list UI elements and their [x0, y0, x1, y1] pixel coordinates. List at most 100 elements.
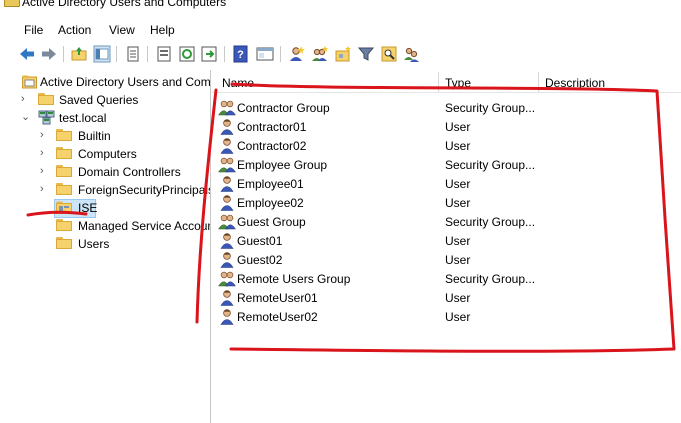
row-name: RemoteUser02: [237, 310, 318, 324]
user-icon: [218, 137, 236, 154]
user-icon: [218, 251, 236, 268]
folder-icon: [56, 183, 72, 195]
tree-item-builtin[interactable]: › Builtin: [12, 127, 210, 145]
tree-item-label: Domain Controllers: [78, 165, 181, 179]
menu-view[interactable]: View: [109, 23, 135, 37]
row-name: Contractor01: [237, 120, 307, 134]
row-type: User: [445, 177, 471, 191]
menu-file[interactable]: File: [24, 23, 43, 37]
help-icon[interactable]: ?: [232, 45, 250, 63]
add-to-group-icon[interactable]: [403, 45, 421, 63]
row-name: Guest01: [237, 234, 283, 248]
group-icon: [218, 99, 236, 116]
tree-item-foreign-security-principals[interactable]: › ForeignSecurityPrincipals: [12, 181, 210, 199]
chevron-right-icon[interactable]: ›: [40, 146, 50, 160]
row-name: Contractor02: [237, 139, 307, 153]
row-type: Security Group...: [445, 272, 536, 286]
app-folder-icon: [4, 0, 20, 7]
chevron-down-icon[interactable]: ⌄: [21, 110, 31, 124]
user-icon: [218, 194, 236, 211]
tree-root[interactable]: Active Directory Users and Com: [12, 73, 210, 91]
user-icon: [218, 289, 236, 306]
tree-item-managed-service-accounts[interactable]: Managed Service Accoun: [12, 217, 210, 235]
row-type: User: [445, 120, 471, 134]
row-type: User: [445, 291, 471, 305]
tree-item-label: Builtin: [78, 129, 111, 143]
user-icon: [218, 308, 236, 325]
tree-item-label: ForeignSecurityPrincipals: [78, 183, 211, 197]
user-icon: [218, 118, 236, 135]
window-title: Active Directory Users and Computers: [22, 0, 227, 9]
back-icon[interactable]: [18, 45, 36, 63]
tree-item-label: ISE: [78, 201, 98, 215]
tree-item-domain[interactable]: ⌄ test.local: [12, 109, 210, 127]
chevron-right-icon[interactable]: ›: [40, 164, 50, 178]
forward-icon[interactable]: [40, 45, 58, 63]
tree-item-users[interactable]: Users: [12, 235, 210, 253]
up-folder-icon[interactable]: [70, 45, 88, 63]
row-type: User: [445, 310, 471, 324]
domain-icon: [38, 110, 55, 128]
details-list[interactable]: Name Type Description Contractor Group Se…: [212, 70, 681, 423]
table-row[interactable]: Guest02 User: [212, 250, 681, 269]
table-row[interactable]: RemoteUser01 User: [212, 288, 681, 307]
properties-icon[interactable]: [124, 45, 142, 63]
new-group-icon[interactable]: [311, 45, 329, 63]
table-row[interactable]: Contractor02 User: [212, 136, 681, 155]
tree-item-label: Users: [78, 237, 110, 251]
find-icon[interactable]: [380, 45, 398, 63]
user-icon: [218, 232, 236, 249]
menu-help[interactable]: Help: [150, 23, 175, 37]
title-bar: Active Directory Users and Computers: [0, 0, 681, 18]
row-name: Employee Group: [237, 158, 328, 172]
row-name: Guest02: [237, 253, 283, 267]
export-list-icon[interactable]: [155, 45, 173, 63]
toolbar: ?: [0, 42, 681, 66]
row-type: User: [445, 234, 471, 248]
user-icon: [218, 175, 236, 192]
tree-item-label: test.local: [59, 111, 107, 125]
tree-item-computers[interactable]: › Computers: [12, 145, 210, 163]
filter-icon[interactable]: [357, 45, 375, 63]
folder-icon: [56, 165, 72, 177]
table-row[interactable]: Contractor01 User: [212, 117, 681, 136]
row-type: Security Group...: [445, 215, 536, 229]
table-row[interactable]: Remote Users Group Security Group...: [212, 269, 681, 288]
refresh-icon[interactable]: [178, 45, 196, 63]
tree-item-saved-queries[interactable]: › Saved Queries: [12, 91, 210, 109]
new-user-icon[interactable]: [288, 45, 306, 63]
tree-item-domain-controllers[interactable]: › Domain Controllers: [12, 163, 210, 181]
new-ou-icon[interactable]: [334, 45, 352, 63]
folder-icon: [38, 93, 54, 105]
chevron-right-icon[interactable]: ›: [21, 92, 31, 106]
table-row[interactable]: Employee01 User: [212, 174, 681, 193]
row-name: Employee01: [237, 177, 304, 191]
table-row[interactable]: Guest Group Security Group...: [212, 212, 681, 231]
tree-root-label: Active Directory Users and Com: [40, 75, 211, 89]
row-type: User: [445, 196, 471, 210]
tree-item-ise[interactable]: ISE: [12, 199, 210, 218]
table-row[interactable]: Contractor Group Security Group...: [212, 98, 681, 117]
table-row[interactable]: Employee Group Security Group...: [212, 155, 681, 174]
row-type: User: [445, 253, 471, 267]
ad-root-icon: [22, 75, 37, 92]
row-name: RemoteUser01: [237, 291, 318, 305]
folder-icon: [56, 147, 72, 159]
move-icon[interactable]: [200, 45, 218, 63]
group-icon: [218, 213, 236, 230]
console-tree[interactable]: Active Directory Users and Com › Saved Q…: [12, 70, 211, 423]
menu-action[interactable]: Action: [58, 23, 91, 37]
show-tree-icon[interactable]: [93, 45, 111, 63]
chevron-right-icon[interactable]: ›: [40, 182, 50, 196]
row-type: Security Group...: [445, 101, 536, 115]
group-icon: [218, 156, 236, 173]
table-row[interactable]: Employee02 User: [212, 193, 681, 212]
chevron-right-icon[interactable]: ›: [40, 128, 50, 142]
table-row[interactable]: RemoteUser02 User: [212, 307, 681, 326]
row-type: Security Group...: [445, 158, 536, 172]
tree-item-label: Saved Queries: [59, 93, 139, 107]
console-icon[interactable]: [256, 45, 274, 63]
row-name: Remote Users Group: [237, 272, 351, 286]
table-row[interactable]: Guest01 User: [212, 231, 681, 250]
svg-text:?: ?: [237, 49, 244, 61]
